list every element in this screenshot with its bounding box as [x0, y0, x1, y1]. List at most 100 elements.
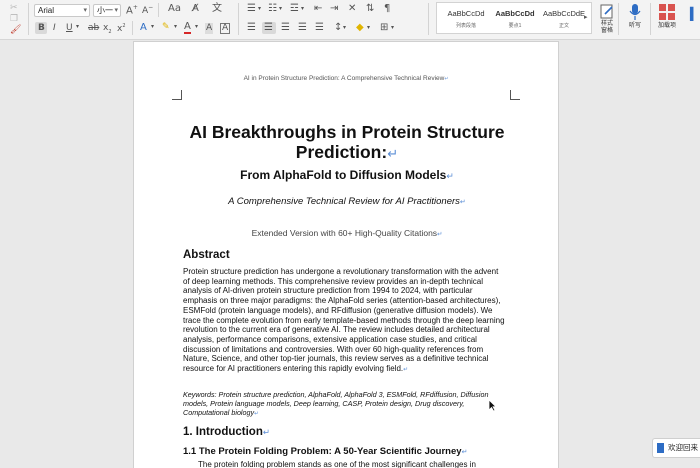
chevron-down-icon[interactable]: ▾ [258, 6, 261, 12]
chevron-down-icon[interactable]: ▾ [195, 24, 198, 30]
increase-indent-icon[interactable]: ⇥ [330, 4, 338, 14]
bookmark-icon [657, 443, 664, 453]
show-marks-icon[interactable]: ¶ [384, 4, 390, 14]
chevron-down-icon: ▾ [114, 7, 118, 14]
welcome-back-tab[interactable]: 欢迎回来 [652, 438, 700, 458]
paragraph-mark: ↵ [262, 427, 271, 437]
distributed-icon[interactable]: ☰ [315, 23, 324, 33]
abstract-body[interactable]: Protein structure prediction has undergo… [183, 267, 507, 376]
group-separator [28, 3, 29, 35]
chevron-down-icon[interactable]: ▾ [343, 25, 346, 31]
grow-font-icon[interactable]: A+ [126, 5, 138, 16]
borders-icon[interactable]: ⊞ [380, 23, 388, 33]
style-bullet-1[interactable]: AaBbCcDd 要点1 [492, 5, 538, 33]
align-right-icon[interactable]: ☰ [281, 23, 290, 33]
paragraph-mark: ↵ [461, 448, 468, 456]
extended-version-line[interactable]: Extended Version with 60+ High-Quality C… [164, 228, 530, 238]
change-case-icon[interactable]: Aa [168, 4, 181, 14]
abstract-text: Protein structure prediction has undergo… [183, 267, 505, 374]
ribbon-toolbar: ✂ ❐ 🖌 Arial ▾ 小一 ▾ A+ A− Aa A̸ 文 B I U ▾… [0, 0, 700, 40]
font-name-select[interactable]: Arial ▾ [34, 4, 90, 17]
paragraph-mark: ↵ [254, 411, 259, 418]
gallery-more-icon[interactable]: ▸ [584, 14, 588, 21]
style-name: 正文 [558, 23, 569, 29]
underline-button[interactable]: U [66, 24, 73, 33]
mouse-cursor-icon [488, 399, 497, 412]
style-name: 要点1 [508, 23, 522, 29]
decrease-indent-icon[interactable]: ⇤ [314, 4, 322, 14]
align-center-icon[interactable]: ☰ [264, 23, 273, 33]
subsection-heading-text: 1.1 The Protein Folding Problem: A 50-Ye… [183, 446, 462, 457]
keywords-text: Keywords: Protein structure prediction, … [183, 390, 489, 418]
addins-icon [659, 4, 675, 20]
paragraph-mark: ↵ [437, 231, 443, 238]
chevron-down-icon: ▾ [83, 7, 87, 14]
copy-icon[interactable]: ❐ [10, 15, 18, 24]
chevron-down-icon[interactable]: ▾ [279, 6, 282, 12]
phonetic-guide-icon[interactable]: 文 [212, 4, 222, 14]
cut-icon[interactable]: ✂ [10, 4, 18, 13]
bold-button[interactable]: B [38, 24, 45, 33]
abstract-heading[interactable]: Abstract [183, 249, 230, 261]
bullets-icon[interactable]: ☰ [247, 4, 256, 14]
subsection-heading-folding-problem[interactable]: 1.1 The Protein Folding Problem: A 50-Ye… [183, 446, 468, 457]
document-title[interactable]: AI Breakthroughs in Protein Structure Pr… [164, 122, 530, 164]
dictate-button[interactable]: 听写 [620, 3, 650, 30]
style-list-paragraph[interactable]: AaBbCcDd 列表段落 [443, 5, 489, 33]
justify-icon[interactable]: ☰ [298, 23, 307, 33]
line-spacing-icon[interactable]: ↕ [334, 23, 342, 33]
group-separator [650, 3, 651, 35]
superscript-button[interactable]: x2 [117, 24, 126, 34]
shading-icon[interactable]: ◆ [356, 23, 364, 33]
microphone-icon [629, 4, 641, 20]
highlight-icon[interactable]: ✎ [162, 23, 170, 32]
italic-subtitle-text: A Comprehensive Technical Review for AI … [228, 196, 460, 207]
italic-button[interactable]: I [53, 24, 56, 33]
chevron-down-icon[interactable]: ▾ [151, 24, 154, 30]
section-heading-introduction[interactable]: 1. Introduction↵ [183, 426, 270, 438]
chevron-down-icon[interactable]: ▾ [391, 25, 394, 31]
keywords-paragraph[interactable]: Keywords: Protein structure prediction, … [183, 390, 507, 420]
dictate-label: 听写 [628, 23, 641, 29]
chinese-layout-icon[interactable]: ✕ [348, 4, 356, 14]
group-separator [428, 3, 429, 35]
font-name-value: Arial [38, 6, 55, 15]
paragraph-mark: ↵ [459, 198, 466, 206]
style-preview: AaBbCcDd [447, 9, 485, 18]
style-gallery: AaBbCcDd 列表段落 AaBbCcDd 要点1 AaBbCcDdE 正文 [436, 2, 592, 34]
text-effects-icon[interactable]: A [140, 23, 147, 33]
body-paragraph[interactable]: The protein folding problem stands as on… [198, 460, 508, 468]
margin-corner-mark [172, 90, 182, 100]
welcome-back-label: 欢迎回来 [668, 443, 698, 452]
style-preview: AaBbCcDdE [542, 9, 586, 18]
multilevel-list-icon[interactable]: ☲ [290, 4, 299, 14]
document-subtitle[interactable]: From AlphaFold to Diffusion Models↵ [164, 168, 530, 182]
font-size-value: 小一 [97, 6, 113, 15]
font-color-icon[interactable]: A [184, 22, 191, 34]
document-italic-subtitle[interactable]: A Comprehensive Technical Review for AI … [164, 196, 530, 207]
subscript-button[interactable]: x2 [103, 24, 112, 35]
char-shading-icon[interactable]: A [205, 23, 214, 34]
group-separator [618, 3, 619, 35]
group-separator [132, 21, 133, 35]
char-border-icon[interactable]: A [220, 23, 231, 34]
strikethrough-button[interactable]: ab [88, 24, 99, 33]
chevron-down-icon[interactable]: ▾ [174, 24, 177, 30]
underline-dropdown-icon[interactable]: ▾ [76, 24, 79, 30]
format-painter-icon[interactable]: 🖌 [10, 26, 21, 35]
document-title-text: AI Breakthroughs in Protein Structure Pr… [189, 122, 505, 162]
paragraph-mark: ↵ [444, 77, 449, 82]
sort-icon[interactable]: ⇅ [366, 4, 374, 14]
shrink-font-icon[interactable]: A− [142, 5, 153, 16]
numbering-icon[interactable]: ☷ [268, 4, 277, 14]
chevron-down-icon[interactable]: ▾ [301, 6, 304, 12]
addins-button[interactable]: 加载项 [652, 3, 682, 30]
clear-formatting-icon[interactable]: A̸ [192, 4, 199, 14]
align-left-icon[interactable]: ☰ [247, 23, 256, 33]
chevron-down-icon[interactable]: ▾ [367, 25, 370, 31]
more-ribbon-icon[interactable]: ▍ [690, 8, 699, 20]
section-heading-text: 1. Introduction [183, 426, 263, 438]
paragraph-mark: ↵ [446, 171, 454, 181]
font-size-select[interactable]: 小一 ▾ [93, 4, 121, 17]
style-normal[interactable]: AaBbCcDdE 正文 [541, 5, 587, 33]
